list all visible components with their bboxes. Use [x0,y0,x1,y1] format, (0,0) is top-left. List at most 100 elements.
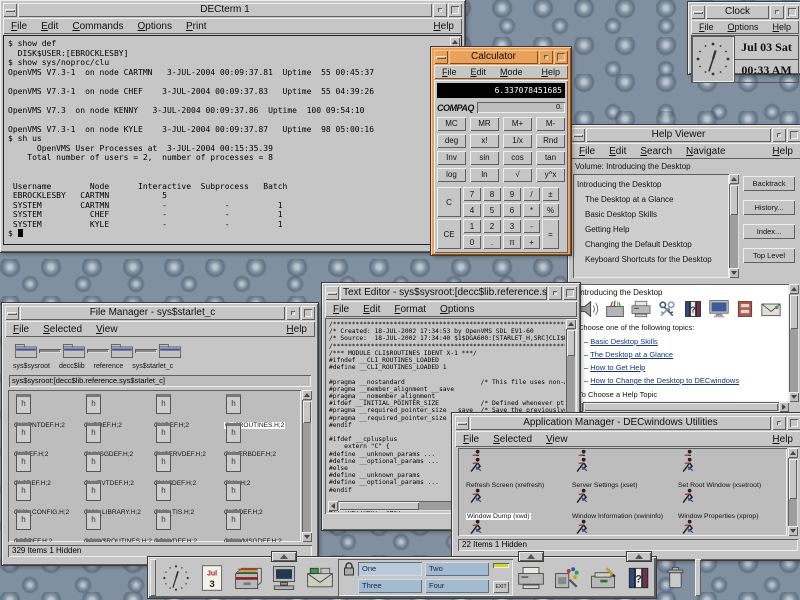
application-item[interactable] [466,448,572,456]
file-item[interactable]: h [84,539,154,542]
file-item[interactable]: hCONV$ROUTINES.H;2 [84,510,154,539]
minimize-button[interactable] [286,306,300,320]
scroll-up-icon[interactable] [302,390,312,400]
scroll-down-icon[interactable] [789,392,799,402]
help-link[interactable]: How to Get Help [590,363,645,372]
menu-options[interactable]: Options [138,21,172,32]
help-topic-item[interactable]: Basic Desktop Skills [577,207,725,222]
index--button[interactable]: Index... [743,224,795,239]
application-item[interactable]: Refresh Screen (xrefresh) [466,456,572,487]
application-item[interactable] [572,448,678,456]
menu-mode[interactable]: Mode [500,67,523,77]
help-link[interactable]: Basic Desktop Skills [590,337,658,346]
scroll-down-icon[interactable] [788,526,798,536]
file-item[interactable]: hCMBDEF.H;2 [224,481,294,510]
calc-key-mul[interactable]: * [523,203,540,217]
menu-print[interactable]: Print [186,21,207,32]
file-item[interactable]: hCLISERVDEF.H;2 [154,423,224,452]
scroll-up-icon[interactable] [789,284,799,294]
minimize-button[interactable] [772,128,786,142]
file-item[interactable]: h [224,539,294,542]
calc-key-mc[interactable]: MC [437,117,466,131]
workspace-button-three[interactable]: Three [358,579,422,593]
calc-key-1[interactable]: 1 [463,219,481,233]
calc-key-y^x[interactable]: y^x [536,168,565,182]
file-item[interactable]: hCHPDEF.H;2 [84,394,154,423]
calc-key-0[interactable]: 0 [463,235,481,249]
menu-help[interactable]: Help [772,434,793,445]
help-topic-item[interactable]: The Desktop at a Glance [577,192,725,207]
top-level-button[interactable]: Top Level [743,248,795,263]
file-item[interactable]: hCLSDEF.H;2 [14,452,84,481]
calendar-icon[interactable]: Jul3 [194,561,230,595]
scroll-up-icon[interactable] [788,448,798,458]
file-item[interactable]: hCMA_LIBRARY.H;2 [84,481,154,510]
terminal-icon[interactable] [266,561,302,595]
calc-key-equals[interactable]: = [542,219,559,249]
maximize-button[interactable] [301,306,315,320]
application-item[interactable]: Window Dump (xwd) [466,487,572,518]
calc-key-mr[interactable]: MR [470,117,499,131]
calc-key-tan[interactable]: tan [536,151,565,165]
titlebar[interactable]: Application Manager - DECwindows Utiliti… [455,416,800,430]
application-item[interactable]: Server Settings (xset) [572,456,678,487]
minimize-button[interactable] [539,50,553,64]
menu-file[interactable]: File [333,304,349,315]
clock-icon[interactable] [158,561,194,595]
app-grid-scrollbar[interactable] [788,448,798,536]
trash-icon[interactable] [657,561,693,595]
menu-commands[interactable]: Commands [72,21,123,32]
file-item[interactable]: hCLIDEF.H;2 [14,423,84,452]
menu-selected[interactable]: Selected [493,434,532,445]
window-menu-button[interactable] [434,50,448,64]
help-topic-item[interactable]: Getting Help [577,222,725,237]
help-topic-item[interactable]: Keyboard Shortcuts for the Desktop [577,252,725,267]
menu-edit[interactable]: Edit [363,304,380,315]
calc-key-plusminus[interactable]: ± [542,187,559,201]
scroll-up-icon[interactable] [450,37,460,47]
window-menu-button[interactable] [691,5,705,19]
menu-edit[interactable]: Edit [609,146,626,157]
help-books-icon[interactable]: ? [621,561,657,595]
calc-key-π[interactable]: π [503,235,521,249]
window-menu-button[interactable] [325,286,339,300]
panel-handle-right[interactable] [695,559,701,596]
mail-icon[interactable] [302,561,338,595]
file-item[interactable]: hCMA_CONFIG.H;2 [14,481,84,510]
maximize-button[interactable] [787,416,800,430]
calc-key-8[interactable]: 8 [483,187,501,201]
menu-file[interactable]: File [579,146,595,157]
file-grid-scrollbar[interactable] [302,390,312,542]
maximize-button[interactable] [787,128,800,142]
scroll-down-icon[interactable] [729,268,739,278]
menu-selected[interactable]: Selected [43,324,82,335]
menu-view[interactable]: View [96,324,118,335]
calc-key-percent[interactable]: % [542,203,559,217]
help-link[interactable]: How to Change the Desktop to DECwindows [590,376,739,385]
calc-key-log[interactable]: log [437,168,466,182]
content-scrollbar[interactable] [789,284,799,402]
scrollbar-thumb[interactable] [730,185,738,215]
window-menu-button[interactable] [3,3,17,17]
menu-file[interactable]: File [463,434,479,445]
file-item[interactable]: hCLIMSGDEF.H;2 [84,423,154,452]
scroll-up-icon[interactable] [729,174,739,184]
application-item[interactable]: X Server Information (xdpyinfo) [572,518,678,536]
topics-scrollbar[interactable] [729,174,739,278]
menu-edit[interactable]: Edit [471,67,487,77]
calc-key-cos[interactable]: cos [503,151,532,165]
scroll-left-icon[interactable] [328,501,338,511]
calc-key-deg[interactable]: deg [437,134,466,148]
menu-format[interactable]: Format [394,304,426,315]
calc-key-div[interactable]: / [523,187,540,201]
printer-icon[interactable] [513,561,549,595]
menu-file[interactable]: File [11,21,27,32]
titlebar[interactable]: File Manager - sys$starlet_c [5,306,315,320]
calc-key-7[interactable]: 7 [463,187,481,201]
file-item[interactable]: hCOBDEF.H;2 [14,510,84,539]
maximize-button[interactable] [554,50,568,64]
file-item[interactable]: hCMA$DEF.H;2 [154,452,224,481]
scrollbar-thumb[interactable] [584,403,778,411]
menu-help[interactable]: Help [433,21,454,32]
minimize-button[interactable] [433,3,447,17]
